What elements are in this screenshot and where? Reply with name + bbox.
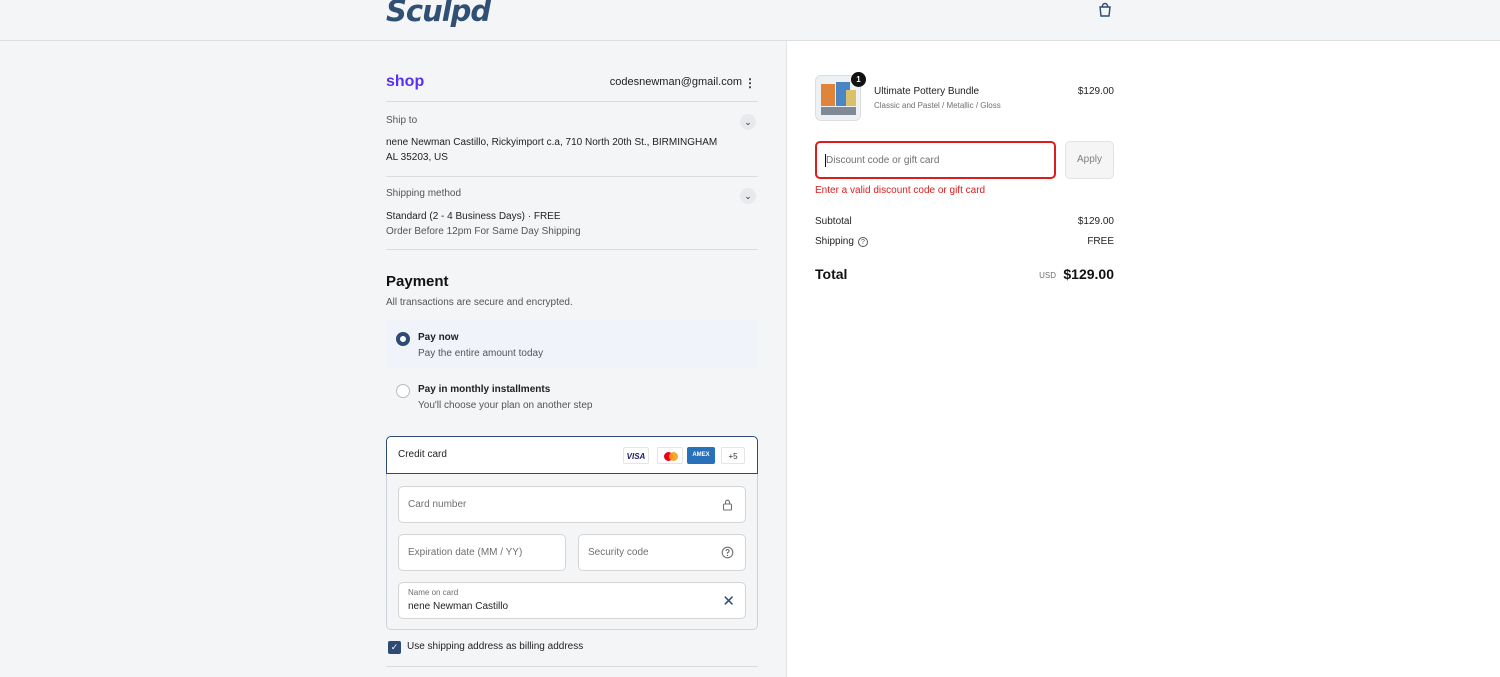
help-circle-icon[interactable]: ? bbox=[857, 237, 868, 247]
checkout-form-panel: shop codesnewman@gmail.com ⋮ Ship to ⌄ n… bbox=[0, 41, 787, 677]
payment-option-installments[interactable]: Pay in monthly installments You'll choos… bbox=[386, 372, 758, 420]
payment-option-pay-now[interactable]: Pay now Pay the entire amount today bbox=[386, 320, 758, 368]
radio-unselected-icon[interactable] bbox=[396, 384, 410, 398]
billing-checkbox[interactable]: ✓ bbox=[388, 641, 401, 654]
credit-card-label: Credit card bbox=[398, 449, 447, 460]
divider bbox=[386, 249, 758, 250]
apply-button[interactable]: Apply bbox=[1065, 141, 1114, 179]
discount-placeholder: Discount code or gift card bbox=[826, 155, 940, 166]
discount-code-input[interactable]: Discount code or gift card bbox=[815, 141, 1056, 179]
credit-card-header[interactable]: Credit card VISA AMEX +5 bbox=[386, 436, 758, 474]
order-summary-panel: 1 Ultimate Pottery Bundle Classic and Pa… bbox=[788, 41, 1500, 677]
card-number-placeholder: Card number bbox=[408, 499, 467, 510]
lock-icon bbox=[722, 499, 733, 511]
divider bbox=[386, 176, 758, 177]
shipping-method-label: Shipping method bbox=[386, 188, 462, 199]
product-price: $129.00 bbox=[1077, 86, 1114, 97]
card-number-field[interactable]: Card number bbox=[398, 486, 746, 523]
radio-selected-icon[interactable] bbox=[396, 332, 410, 346]
mastercard-icon bbox=[657, 447, 683, 464]
option-title: Pay now bbox=[418, 332, 459, 343]
discount-error-message: Enter a valid discount code or gift card bbox=[815, 185, 986, 196]
option-subtitle: You'll choose your plan on another step bbox=[418, 400, 593, 411]
total-label: Total bbox=[815, 266, 848, 282]
shopping-bag-icon[interactable] bbox=[1097, 2, 1113, 18]
divider bbox=[386, 101, 758, 102]
name-on-card-label: Name on card bbox=[408, 588, 459, 597]
expiration-date-field[interactable]: Expiration date (MM / YY) bbox=[398, 534, 566, 571]
product-variant: Classic and Pastel / Metallic / Gloss bbox=[874, 101, 1001, 110]
account-row: shop codesnewman@gmail.com ⋮ bbox=[386, 73, 758, 101]
more-brands-badge: +5 bbox=[721, 447, 745, 464]
total-value: $129.00 bbox=[1063, 266, 1114, 282]
option-title: Pay in monthly installments bbox=[418, 384, 551, 395]
billing-checkbox-label[interactable]: Use shipping address as billing address bbox=[407, 641, 583, 652]
shipping-row: Shipping? FREE bbox=[815, 236, 1114, 247]
divider bbox=[386, 666, 758, 667]
kebab-menu-icon[interactable]: ⋮ bbox=[744, 76, 756, 90]
subtotal-value: $129.00 bbox=[1077, 216, 1114, 227]
payment-title: Payment bbox=[386, 273, 449, 290]
visa-icon: VISA bbox=[623, 447, 649, 464]
ship-to-address-line1: nene Newman Castillo, Rickyimport c.a, 7… bbox=[386, 137, 718, 148]
help-circle-icon[interactable] bbox=[721, 546, 734, 559]
option-subtitle: Pay the entire amount today bbox=[418, 348, 544, 359]
clear-icon[interactable]: ✕ bbox=[722, 592, 735, 610]
account-email: codesnewman@gmail.com bbox=[609, 76, 742, 88]
chevron-down-icon[interactable]: ⌄ bbox=[740, 114, 756, 130]
chevron-down-icon[interactable]: ⌄ bbox=[740, 188, 756, 204]
store-logo[interactable]: Sculpd bbox=[386, 0, 491, 28]
ship-to-address-line2: AL 35203, US bbox=[386, 152, 448, 163]
security-code-field[interactable]: Security code bbox=[578, 534, 746, 571]
name-on-card-value: nene Newman Castillo bbox=[408, 601, 509, 612]
subtotal-label: Subtotal bbox=[815, 216, 852, 227]
subtotal-row: Subtotal $129.00 bbox=[815, 216, 1114, 227]
quantity-badge: 1 bbox=[851, 72, 866, 87]
expiration-placeholder: Expiration date (MM / YY) bbox=[408, 547, 523, 558]
payment-subtitle: All transactions are secure and encrypte… bbox=[386, 297, 573, 308]
ship-to-label: Ship to bbox=[386, 115, 418, 126]
credit-card-box: Credit card VISA AMEX +5 Card number Exp… bbox=[386, 436, 758, 630]
product-name: Ultimate Pottery Bundle bbox=[874, 86, 980, 97]
top-bar: Sculpd bbox=[0, 0, 1500, 41]
shipping-value: FREE bbox=[1087, 236, 1114, 247]
shop-pay-logo: shop bbox=[386, 73, 425, 90]
amex-icon: AMEX bbox=[687, 447, 715, 464]
name-on-card-field[interactable]: Name on card nene Newman Castillo ✕ bbox=[398, 582, 746, 619]
currency-code: USD bbox=[1039, 271, 1056, 280]
security-code-placeholder: Security code bbox=[588, 547, 649, 558]
shipping-method-value: Standard (2 - 4 Business Days) · FREE bbox=[386, 211, 561, 222]
shipping-label: Shipping bbox=[815, 236, 854, 247]
shipping-method-note: Order Before 12pm For Same Day Shipping bbox=[386, 226, 581, 237]
